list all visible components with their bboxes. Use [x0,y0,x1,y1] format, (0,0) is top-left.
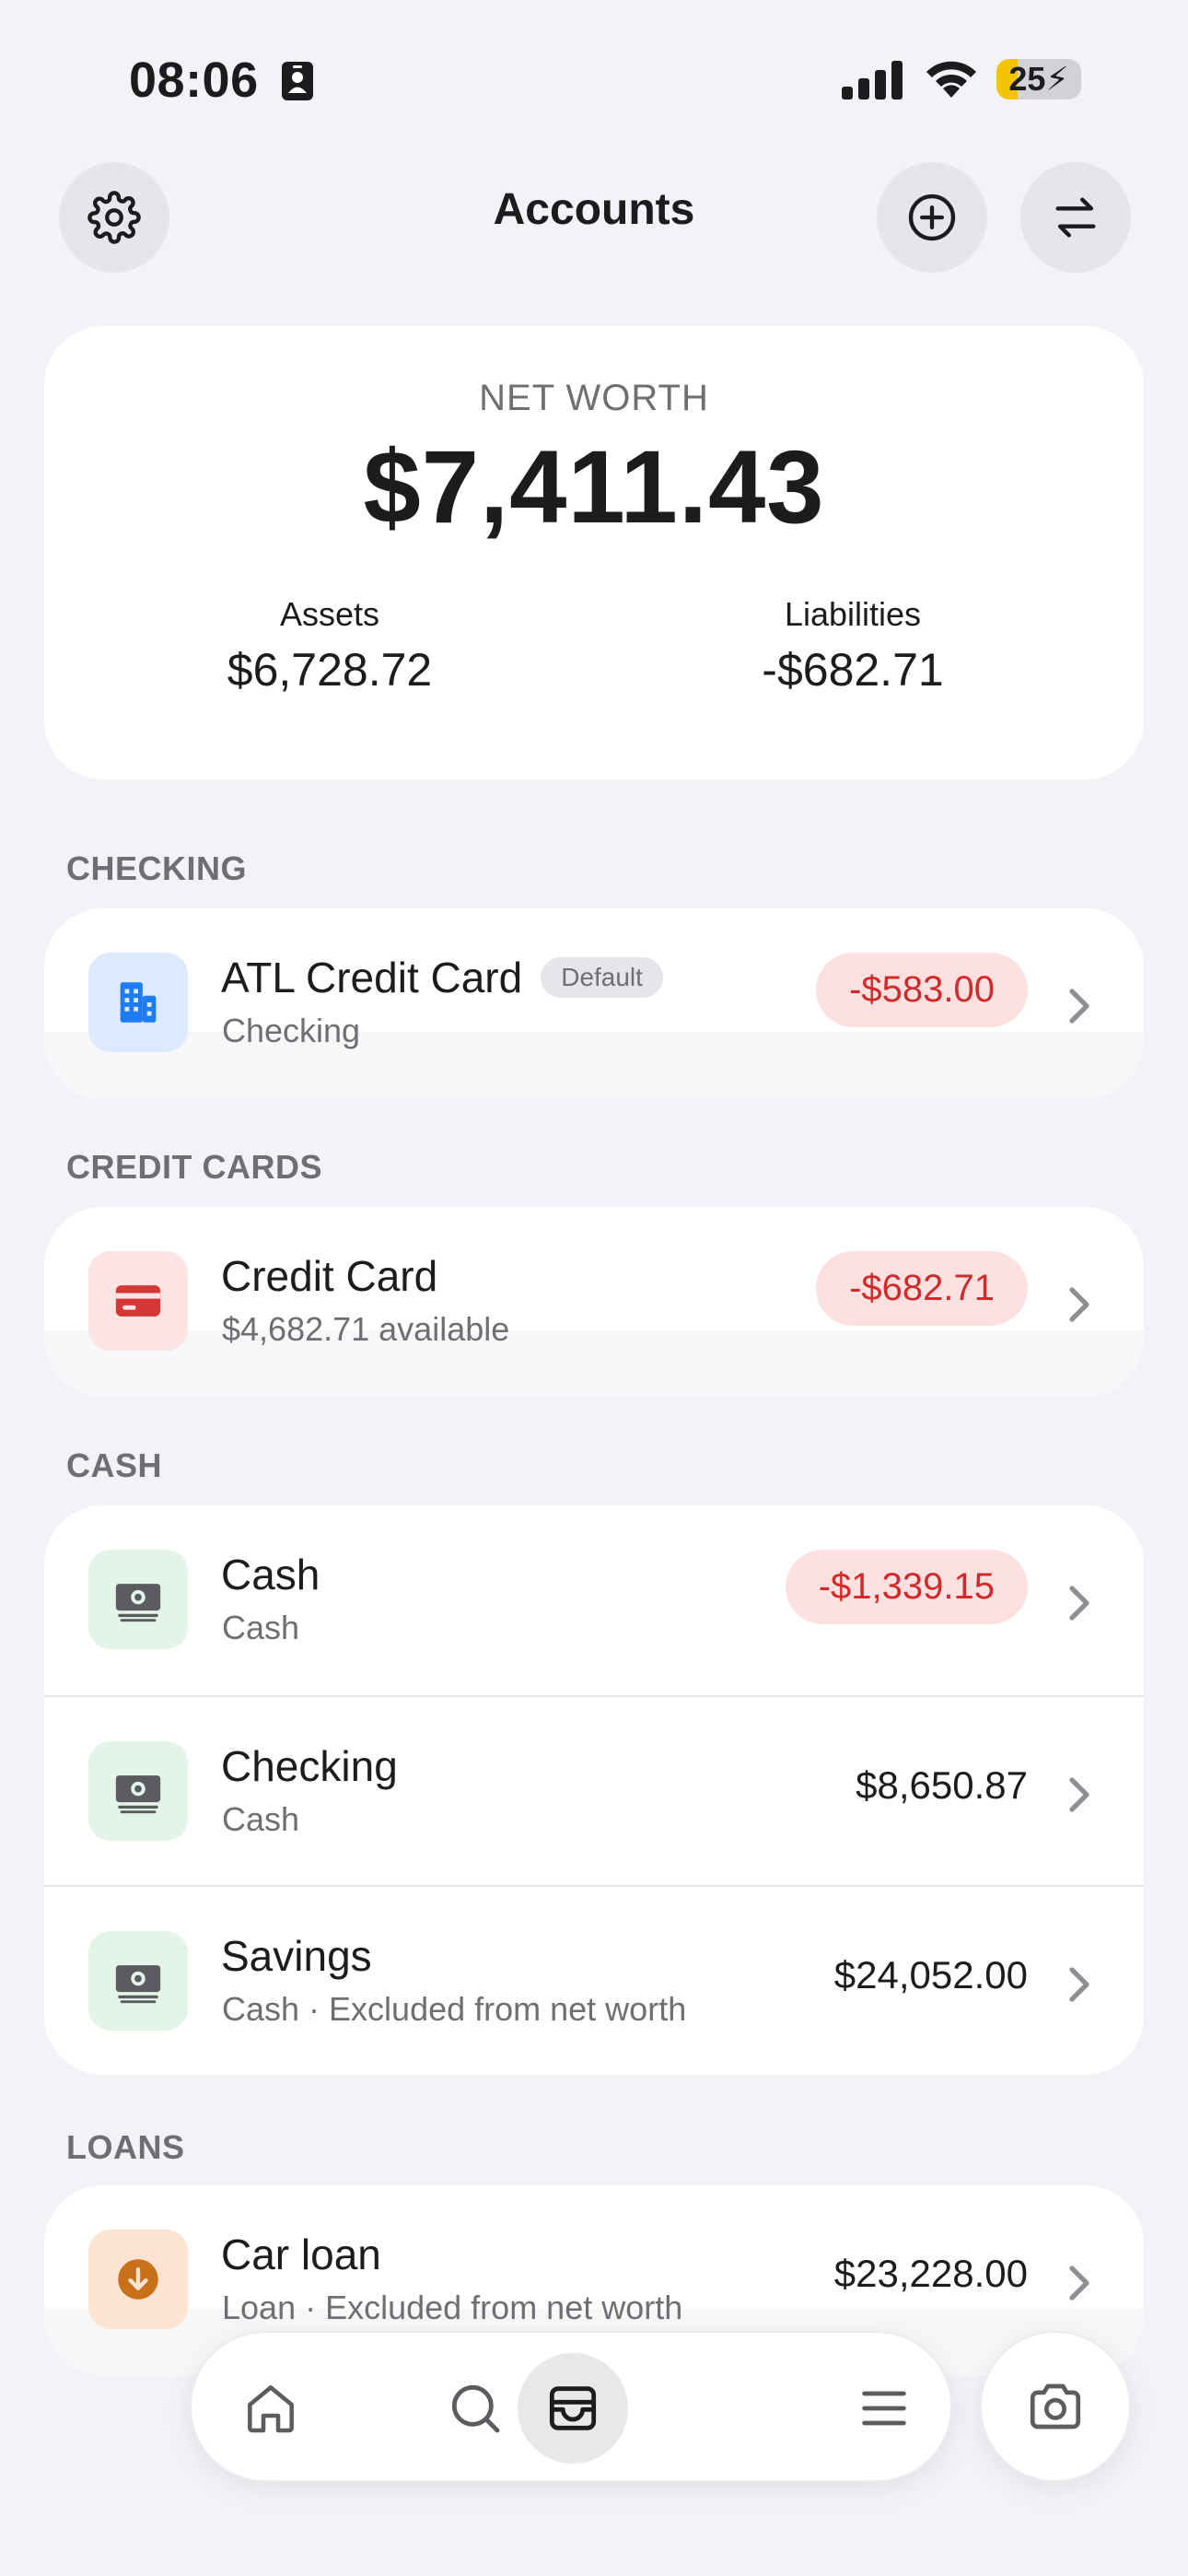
account-icon [88,1931,188,2031]
battery-indicator: 25 ⚡ [996,59,1081,100]
home-icon [248,2385,294,2433]
charging-bolt-icon: ⚡ [1045,60,1069,98]
net-worth-card: NET WORTH $7,411.43 Assets $6,728.72 Lia… [44,326,1144,779]
section-title-loans: LOANS [66,2128,185,2166]
assets-summary: Assets $6,728.72 [90,595,569,697]
credit-cards-card: Credit Card $4,682.71 available -$682.71 [44,1207,1144,1397]
wallet-icon [549,2386,597,2430]
net-worth-label: NET WORTH [479,378,709,418]
assets-label: Assets [279,595,380,633]
building-icon [120,982,157,1023]
arrows-swap-icon [1055,197,1096,238]
account-row-atl-credit-card[interactable]: ATL Credit Card Default Checking -$583.0… [44,908,1144,1098]
signal-icon [842,61,903,100]
default-badge: Default [541,957,663,998]
liabilities-value: -$682.71 [762,644,944,696]
account-type: Loan · Excluded from net worth [222,2289,683,2326]
account-name: Cash [221,1551,320,1598]
account-row-cash[interactable]: Cash Cash -$1,339.15 [44,1505,1144,1695]
tab-menu[interactable] [829,2353,939,2464]
liabilities-summary: Liabilities -$682.71 [613,595,1092,697]
transfer-button[interactable] [1020,162,1131,273]
account-icon [88,1741,188,1841]
section-title-credit-cards: CREDIT CARDS [66,1148,323,1186]
account-balance: $24,052.00 [833,1953,1028,1996]
account-row-credit-card[interactable]: Credit Card $4,682.71 available -$682.71 [44,1207,1144,1397]
section-title-cash: CASH [66,1446,163,1484]
account-name: Car loan [221,2231,381,2278]
account-icon [88,2230,188,2329]
chevron-right-icon [1069,1287,1089,1322]
cash-card: Cash Cash -$1,339.15 Checking Cash $8,65… [44,1505,1144,2075]
account-name-text: ATL Credit Card [221,954,523,1001]
account-name: ATL Credit Card Default [221,953,663,1002]
assets-value: $6,728.72 [227,644,433,696]
banknote-icon [115,1965,161,2004]
account-icon [88,1550,188,1649]
liabilities-label: Liabilities [784,595,922,633]
account-balance: -$583.00 [816,953,1028,1027]
account-balance: -$682.71 [816,1251,1028,1326]
wifi-icon [926,61,976,98]
checking-card: ATL Credit Card Default Checking -$583.0… [44,908,1144,1098]
status-bar: 08:06 25 ⚡ [0,0,1188,157]
chevron-right-icon [1069,989,1089,1024]
plus-circle-icon [908,193,956,241]
add-account-button[interactable] [877,162,987,273]
camera-button[interactable] [980,2331,1131,2482]
account-balance: $8,650.87 [856,1763,1028,1807]
account-row-savings[interactable]: Savings Cash · Excluded from net worth $… [44,1885,1144,2075]
tab-bar [190,2331,952,2482]
battery-percentage: 25 ⚡ [1008,60,1069,98]
banknote-icon [115,1775,161,1814]
account-icon [88,953,188,1052]
credit-card-icon [115,1285,161,1317]
account-name: Savings [221,1932,372,1980]
camera-icon [1030,2383,1081,2430]
banknote-icon [115,1584,161,1622]
account-type: Checking [222,1012,361,1049]
tab-home[interactable] [215,2353,326,2464]
search-icon [451,2384,500,2433]
arrow-down-circle-icon [118,2259,158,2300]
status-time: 08:06 [129,53,259,108]
account-balance: $23,228.00 [833,2252,1028,2295]
chevron-right-icon [1069,2266,1089,2301]
tab-accounts[interactable] [518,2353,628,2464]
account-type: Cash [222,1609,300,1646]
account-type: Cash · Excluded from net worth [222,1990,687,2028]
chevron-right-icon [1069,1586,1089,1621]
id-card-icon [282,62,313,100]
tab-search[interactable] [420,2353,530,2464]
chevron-right-icon [1069,1967,1089,2002]
account-balance: -$1,339.15 [785,1550,1028,1624]
menu-icon [862,2391,906,2426]
account-icon [88,1251,188,1351]
account-name: Credit Card [221,1252,438,1300]
chevron-right-icon [1069,1777,1089,1812]
available-credit: $4,682.71 available [222,1310,510,1348]
page-title: Accounts [493,185,695,234]
account-row-checking[interactable]: Checking Cash $8,650.87 [44,1695,1144,1885]
account-type: Cash [222,1800,300,1838]
account-name: Checking [221,1742,398,1790]
section-title-checking: CHECKING [66,849,248,887]
net-worth-value: $7,411.43 [363,429,825,544]
